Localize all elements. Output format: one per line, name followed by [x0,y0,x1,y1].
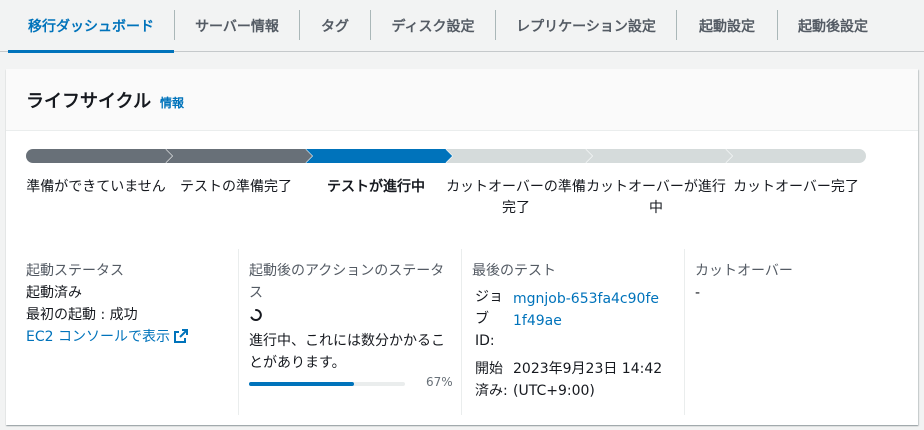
lifecycle-step-segment [166,149,313,163]
ec2-console-link[interactable]: EC2 コンソールで表示 [26,329,170,345]
post-launch-progress-bar [249,382,405,386]
post-launch-title: 起動後のアクションのステータス [249,263,445,301]
started-label: 開始済み: [475,361,508,399]
lifecycle-step-segment [26,149,173,163]
cutover-title: カットオーバー [695,263,793,279]
spinner-icon [249,304,454,330]
tab-bar: 移行ダッシュボード サーバー情報 タグ ディスク設定 レプリケーション設定 起動… [0,0,924,53]
lifecycle-step-segment [446,149,593,163]
last-test-column: 最後のテスト ジョブ ID: mgnjob-653fa4c90fe1f49ae … [472,249,677,415]
lifecycle-step-segment [726,149,866,163]
tab-tags[interactable]: タグ [300,0,370,52]
tab-launch-settings[interactable]: 起動設定 [677,0,777,52]
column-divider [684,249,685,415]
tab-migration-dashboard[interactable]: 移行ダッシュボード [8,0,174,53]
step-label-ready-for-cutover: カットオーバーの準備完了 [446,179,586,216]
step-label-test-in-progress: テストが進行中 [327,179,425,195]
job-id-label: ジョブ ID: [475,289,503,349]
job-id-link[interactable]: mgnjob-653fa4c90fe1f49ae [513,288,663,332]
lifecycle-container: ライフサイクル 情報 準備ができていません テストの準備完了 テストが進行中 カ… [6,69,918,425]
lifecycle-step-segment [586,149,733,163]
cutover-column: カットオーバー - [695,249,895,415]
first-launch-value: 最初の起動 : 成功 [26,307,138,323]
ec2-console-link-row: EC2 コンソールで表示 [26,326,226,348]
post-launch-progress-fill [249,382,354,386]
post-launch-progress-label: 67% [426,375,453,389]
column-divider [461,249,462,415]
lifecycle-step-segment [306,149,453,163]
started-value: 2023年9月23日 14:42 (UTC+9:00) [513,361,663,399]
cutover-value: - [695,285,701,301]
launch-status-title: 起動ステータス [26,263,124,279]
post-launch-column: 起動後のアクションのステータス 進行中、これには数分かかることがあります。 67… [249,249,454,415]
last-test-title: 最後のテスト [472,263,556,279]
tab-disk-settings[interactable]: ディスク設定 [371,0,495,52]
tab-replication-settings[interactable]: レプリケーション設定 [496,0,676,52]
step-label-not-ready: 準備ができていません [26,179,166,195]
step-label-ready-for-testing: テストの準備完了 [180,179,292,195]
launch-status-value: 起動済み [26,285,82,301]
step-label-cutover-complete: カットオーバー完了 [733,179,859,195]
column-divider [238,249,239,415]
post-launch-message: 進行中、これには数分かかることがあります。 [249,333,445,371]
external-link-icon [173,329,188,343]
launch-status-column: 起動ステータス 起動済み 最初の起動 : 成功 EC2 コンソールで表示 [26,249,226,415]
lifecycle-progress-bar [26,148,866,164]
step-label-cutover-in-progress: カットオーバーが進行中 [586,179,726,216]
tab-server-info[interactable]: サーバー情報 [175,0,299,52]
tab-post-launch-settings[interactable]: 起動後設定 [778,0,888,52]
